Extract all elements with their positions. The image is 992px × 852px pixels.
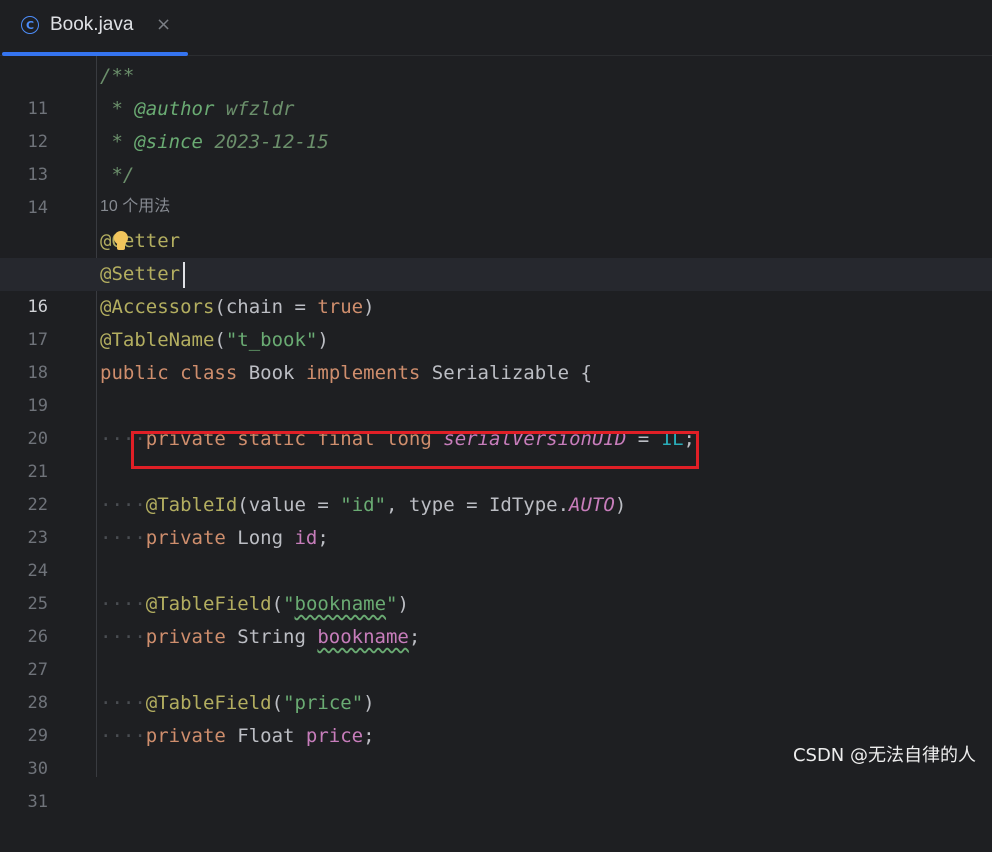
- code-line[interactable]: 23 ····@TableId(value = "id", type = IdT…: [0, 489, 992, 548]
- code-line[interactable]: 28: [0, 654, 992, 713]
- code-line[interactable]: 24 ····private Long id;: [0, 522, 992, 581]
- code-line[interactable]: 11 /**: [0, 60, 992, 119]
- code-line[interactable]: 29 ····@TableField("price"): [0, 687, 992, 746]
- typo-squiggle: bookname: [317, 626, 409, 648]
- code-line[interactable]: 13 * @since 2023-12-15: [0, 126, 992, 185]
- code-line[interactable]: 19 public class Book implements Serializ…: [0, 357, 992, 416]
- code-line[interactable]: 27 ····private String bookname;: [0, 621, 992, 680]
- code-line[interactable]: 15 @Getter: [0, 225, 992, 284]
- code-line[interactable]: 12 * @author wfzldr: [0, 93, 992, 152]
- class-icon: C: [21, 16, 39, 34]
- typo-squiggle: bookname: [294, 593, 387, 615]
- code-line[interactable]: 20: [0, 390, 992, 449]
- tab-title: Book.java: [50, 14, 134, 35]
- tab-book-java[interactable]: C Book.java ×: [0, 0, 188, 56]
- lightbulb-icon[interactable]: [113, 231, 129, 253]
- editor-tab-bar: C Book.java ×: [0, 0, 992, 56]
- code-line[interactable]: 26 ····@TableField("bookname"): [0, 588, 992, 647]
- code-line[interactable]: 17 @Accessors(chain = true): [0, 291, 992, 350]
- code-line[interactable]: 18 @TableName("t_book"): [0, 324, 992, 383]
- line-number: 31: [27, 792, 48, 812]
- usages-hint-line: 10 个用法: [0, 192, 992, 225]
- usages-inlay-hint[interactable]: 10 个用法: [100, 192, 170, 216]
- code-line-current[interactable]: 16 @Setter: [0, 258, 992, 317]
- code-editor[interactable]: 11 /** 12 * @author wfzldr 13 * @since 2…: [0, 56, 992, 812]
- text-caret: [183, 262, 185, 288]
- code-line[interactable]: 14 */: [0, 159, 992, 218]
- close-icon[interactable]: ×: [156, 14, 171, 35]
- code-line[interactable]: 25: [0, 555, 992, 614]
- annotation-highlight-box: [131, 431, 699, 469]
- watermark: CSDN @无法自律的人: [792, 745, 976, 766]
